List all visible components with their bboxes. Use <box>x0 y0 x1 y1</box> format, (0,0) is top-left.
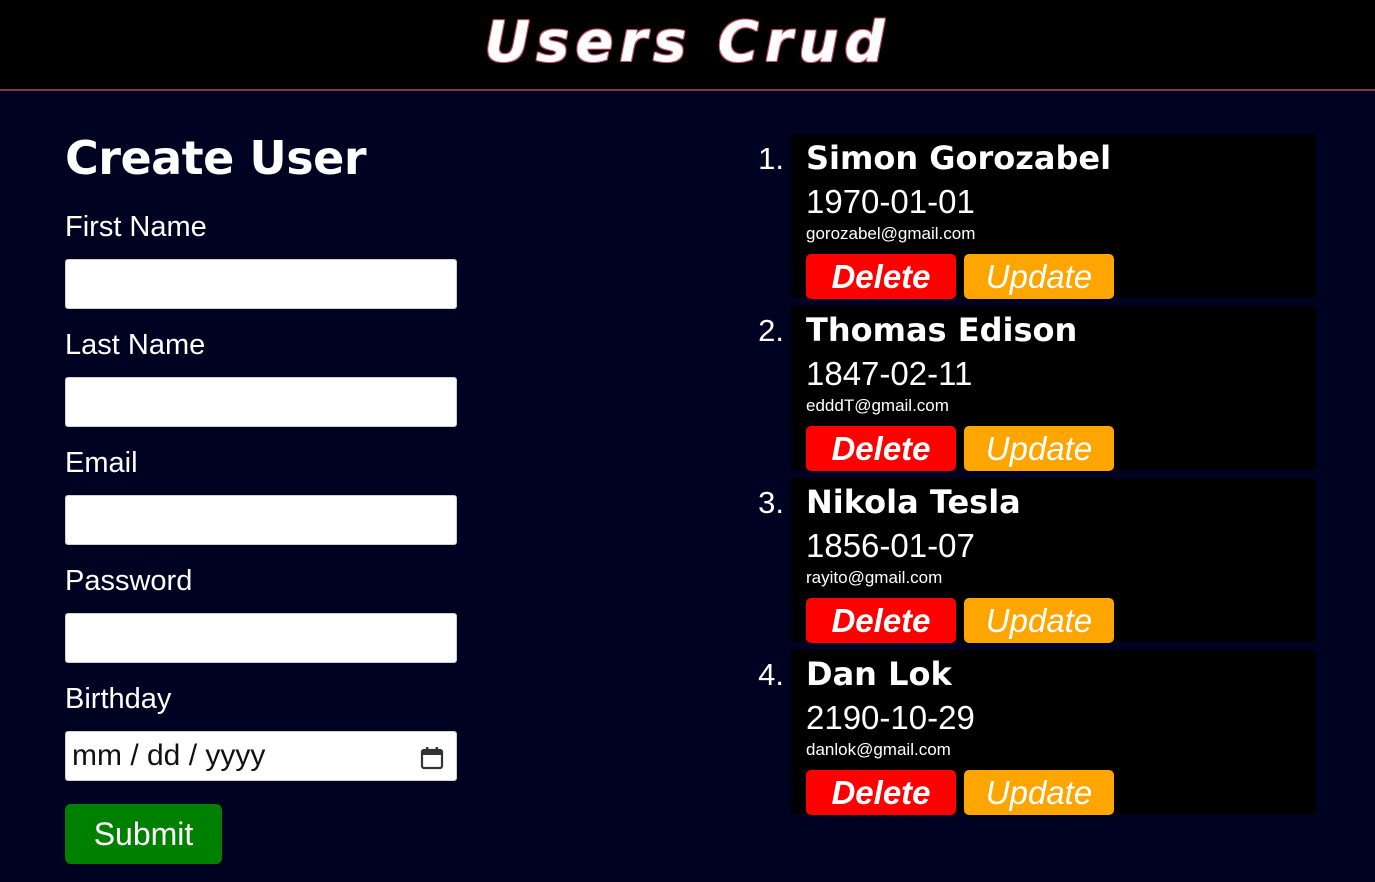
email-label: Email <box>65 447 138 479</box>
user-birthday: 1847-02-11 <box>806 355 973 392</box>
email-input[interactable] <box>65 495 457 545</box>
user-list-item: 3. Nikola Tesla 1856-01-07 rayito@gmail.… <box>750 478 1316 643</box>
user-name: Nikola Tesla <box>806 483 1021 521</box>
last-name-label: Last Name <box>65 329 206 361</box>
user-number: 1. <box>758 141 784 176</box>
delete-button[interactable]: Delete <box>806 598 956 643</box>
update-button[interactable]: Update <box>964 770 1114 815</box>
user-birthday: 1970-01-01 <box>806 183 975 220</box>
user-email: gorozabel@gmail.com <box>806 224 976 243</box>
user-card: Simon Gorozabel 1970-01-01 gorozabel@gma… <box>791 134 1316 299</box>
user-name: Thomas Edison <box>806 311 1078 349</box>
user-card: Thomas Edison 1847-02-11 edddT@gmail.com… <box>791 306 1316 471</box>
update-button[interactable]: Update <box>964 254 1114 299</box>
password-input[interactable] <box>65 613 457 663</box>
calendar-icon[interactable] <box>420 746 444 770</box>
user-card: Dan Lok 2190-10-29 danlok@gmail.com Dele… <box>791 650 1316 815</box>
user-list: 1. Simon Gorozabel 1970-01-01 gorozabel@… <box>750 134 1316 822</box>
user-birthday: 2190-10-29 <box>806 699 975 736</box>
birthday-label: Birthday <box>65 683 172 715</box>
update-button[interactable]: Update <box>964 598 1114 643</box>
user-email: rayito@gmail.com <box>806 568 943 587</box>
submit-button[interactable]: Submit <box>65 804 222 864</box>
delete-button[interactable]: Delete <box>806 426 956 471</box>
birthday-placeholder: mm / dd / yyyy <box>72 739 266 772</box>
form-title: Create User <box>65 131 367 185</box>
user-birthday: 1856-01-07 <box>806 527 975 564</box>
app-header: Users Crud <box>0 0 1375 91</box>
first-name-label: First Name <box>65 211 207 243</box>
birthday-input[interactable]: mm / dd / yyyy <box>65 731 457 781</box>
user-name: Dan Lok <box>806 655 952 693</box>
user-number: 2. <box>758 313 784 348</box>
password-label: Password <box>65 565 193 597</box>
delete-button[interactable]: Delete <box>806 770 956 815</box>
last-name-input[interactable] <box>65 377 457 427</box>
user-list-item: 4. Dan Lok 2190-10-29 danlok@gmail.com D… <box>750 650 1316 815</box>
user-list-item: 1. Simon Gorozabel 1970-01-01 gorozabel@… <box>750 134 1316 299</box>
user-number: 4. <box>758 657 784 692</box>
user-email: edddT@gmail.com <box>806 396 949 415</box>
first-name-input[interactable] <box>65 259 457 309</box>
user-card: Nikola Tesla 1856-01-07 rayito@gmail.com… <box>791 478 1316 643</box>
user-number: 3. <box>758 485 784 520</box>
delete-button[interactable]: Delete <box>806 254 956 299</box>
app-title: Users Crud <box>484 9 891 75</box>
update-button[interactable]: Update <box>964 426 1114 471</box>
create-user-form: Create User First Name Last Name Email P… <box>65 126 457 864</box>
user-email: danlok@gmail.com <box>806 740 951 759</box>
user-name: Simon Gorozabel <box>806 139 1112 177</box>
user-list-item: 2. Thomas Edison 1847-02-11 edddT@gmail.… <box>750 306 1316 471</box>
